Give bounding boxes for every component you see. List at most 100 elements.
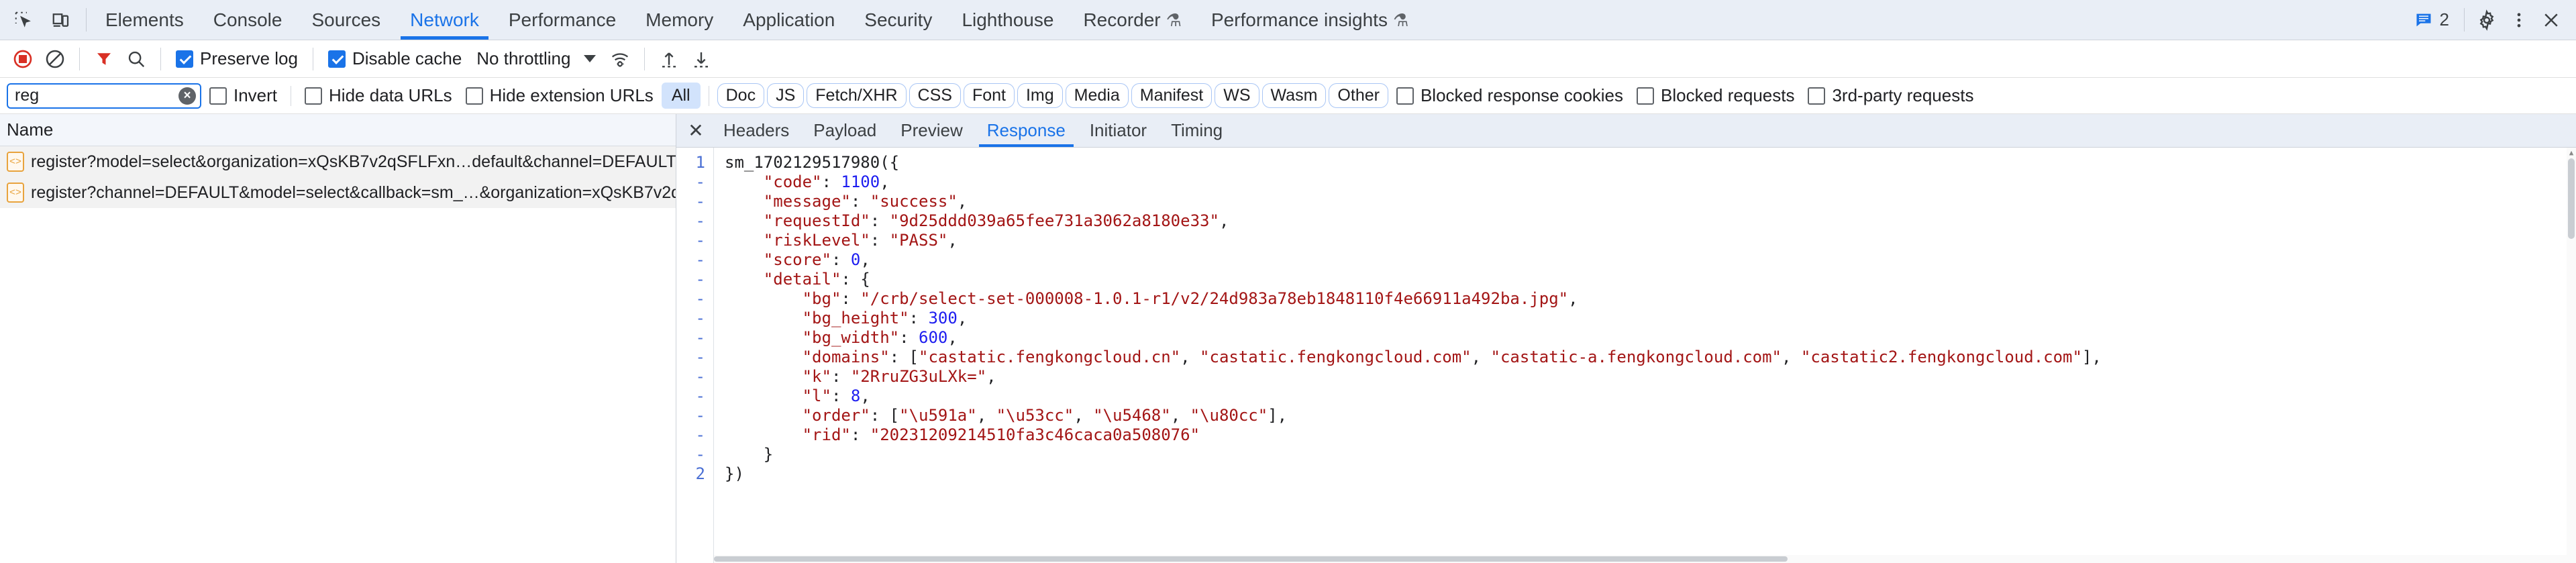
resource-type-chip-media[interactable]: Media — [1065, 83, 1129, 108]
code-token-punct: , — [1568, 289, 1578, 308]
resource-type-chip-img[interactable]: Img — [1017, 83, 1063, 108]
scroll-up-arrow-icon[interactable]: ▲ — [2567, 148, 2576, 157]
invert-checkbox[interactable]: Invert — [204, 85, 282, 106]
resource-type-chip-fetch-xhr[interactable]: Fetch/XHR — [807, 83, 907, 108]
filter-input[interactable] — [7, 83, 201, 109]
tab-label: Performance — [508, 9, 617, 30]
blocked-response-cookies-checkbox-box — [1396, 87, 1414, 105]
clear-filter-icon[interactable]: × — [178, 87, 196, 105]
tab-memory[interactable]: Memory — [631, 0, 728, 40]
code-token-punct: }) — [725, 464, 744, 483]
code-token-punct: : — [909, 309, 929, 327]
tab-sources[interactable]: Sources — [297, 0, 395, 40]
tab-lighthouse[interactable]: Lighthouse — [947, 0, 1068, 40]
close-devtools-icon[interactable] — [2537, 6, 2565, 34]
tab-performance-insights[interactable]: Performance insights ⚗ — [1196, 0, 1423, 40]
export-har-icon[interactable] — [686, 44, 716, 74]
tab-preview[interactable]: Preview — [888, 114, 974, 147]
tab-initiator[interactable]: Initiator — [1078, 114, 1159, 147]
tab-response[interactable]: Response — [975, 114, 1078, 147]
record-stop-icon[interactable] — [8, 44, 38, 74]
clear-network-log-icon[interactable] — [40, 44, 70, 74]
blocked-response-cookies-label: Blocked response cookies — [1420, 85, 1624, 105]
network-controls-toolbar: Preserve log Disable cache No throttling — [0, 40, 2576, 78]
device-toolbar-icon[interactable] — [47, 6, 75, 34]
tab-headers[interactable]: Headers — [711, 114, 801, 147]
search-icon[interactable] — [121, 44, 151, 74]
hide-data-urls-checkbox[interactable]: Hide data URLs — [299, 85, 458, 106]
code-token-punct: , — [880, 172, 890, 191]
blocked-response-cookies-checkbox[interactable]: Blocked response cookies — [1391, 85, 1629, 106]
resource-type-chip-wasm[interactable]: Wasm — [1261, 83, 1327, 108]
code-token-str: "\u53cc" — [996, 406, 1074, 425]
toolbar-divider-2 — [160, 47, 161, 70]
code-token-key: "bg" — [725, 289, 841, 308]
tab-payload[interactable]: Payload — [801, 114, 888, 147]
inspect-element-icon[interactable] — [9, 6, 38, 34]
tab-label: Security — [864, 9, 933, 30]
code-line: "rid": "20231209214510fa3c46caca0a508076… — [725, 425, 2576, 445]
vertical-scrollbar-thumb[interactable] — [2568, 158, 2575, 239]
hide-extension-urls-label: Hide extension URLs — [489, 85, 654, 105]
code-token-num: 300 — [928, 309, 958, 327]
code-token-key: "rid" — [725, 425, 851, 444]
resource-type-chip-doc[interactable]: Doc — [717, 83, 765, 108]
blocked-requests-checkbox[interactable]: Blocked requests — [1631, 85, 1800, 106]
third-party-requests-checkbox[interactable]: 3rd-party requests — [1802, 85, 1979, 106]
settings-gear-icon[interactable] — [2473, 6, 2501, 34]
vertical-scrollbar[interactable]: ▲ — [2567, 148, 2576, 563]
tab-label: Lighthouse — [962, 9, 1054, 30]
more-options-icon[interactable] — [2505, 6, 2533, 34]
preserve-log-checkbox[interactable]: Preserve log — [170, 48, 303, 69]
code-token-punct: , — [947, 231, 958, 250]
tab-label: Memory — [646, 9, 714, 30]
code-token-punct: ], — [1268, 406, 1288, 425]
tab-elements[interactable]: Elements — [91, 0, 199, 40]
tab-network[interactable]: Network — [395, 0, 494, 40]
hide-extension-urls-checkbox[interactable]: Hide extension URLs — [460, 85, 659, 106]
code-token-str: "castatic2.fengkongcloud.com" — [1800, 348, 2082, 366]
table-row[interactable]: <> register?model=select&organization=xQ… — [0, 146, 676, 177]
third-party-requests-checkbox-box — [1808, 87, 1826, 105]
horizontal-scrollbar-thumb[interactable] — [714, 556, 1788, 562]
tab-application[interactable]: Application — [728, 0, 849, 40]
resource-type-chip-manifest[interactable]: Manifest — [1131, 83, 1213, 108]
code-token-punct: , — [1471, 348, 1491, 366]
resource-type-chip-js[interactable]: JS — [767, 83, 805, 108]
table-row[interactable]: <> register?channel=DEFAULT&model=select… — [0, 177, 676, 208]
hide-data-urls-label: Hide data URLs — [329, 85, 452, 105]
experimental-flask-icon: ⚗ — [1392, 9, 1409, 30]
tab-timing[interactable]: Timing — [1159, 114, 1235, 147]
code-line: "message": "success", — [725, 192, 2576, 211]
resource-type-chip-other[interactable]: Other — [1329, 83, 1388, 108]
horizontal-scrollbar[interactable] — [714, 555, 2567, 563]
tab-performance[interactable]: Performance — [494, 0, 631, 40]
resource-type-chip-all[interactable]: All — [661, 83, 701, 109]
filter-funnel-icon[interactable] — [89, 44, 119, 74]
close-detail-pane-icon[interactable]: ✕ — [680, 114, 711, 147]
resource-type-chip-css[interactable]: CSS — [909, 83, 961, 108]
line-number: - — [695, 425, 705, 444]
throttling-select[interactable]: No throttling — [470, 44, 603, 74]
disable-cache-checkbox[interactable]: Disable cache — [323, 48, 467, 69]
tab-security[interactable]: Security — [849, 0, 947, 40]
invert-checkbox-box — [209, 87, 227, 105]
resource-type-chip-font[interactable]: Font — [963, 83, 1015, 108]
code-line: "l": 8, — [725, 387, 2576, 406]
tab-label: Console — [213, 9, 282, 30]
code-token-punct: , — [860, 250, 870, 269]
import-har-icon[interactable] — [654, 44, 684, 74]
code-line: "bg": "/crb/select-set-000008-1.0.1-r1/v… — [725, 289, 2576, 309]
issues-count-label: 2 — [2439, 9, 2449, 30]
network-conditions-wifi-icon[interactable] — [605, 44, 635, 74]
line-number: - — [695, 328, 705, 347]
network-filter-bar: × Invert Hide data URLs Hide extension U… — [0, 78, 2576, 114]
code-line: "bg_width": 600, — [725, 328, 2576, 348]
response-json-code[interactable]: sm_1702129517980({ "code": 1100, "messag… — [714, 148, 2576, 563]
resource-type-chip-ws[interactable]: WS — [1215, 83, 1259, 108]
code-token-str: "\u591a" — [899, 406, 977, 425]
code-token-key: "l" — [725, 387, 831, 405]
issues-counter[interactable]: 2 — [2408, 5, 2456, 35]
tab-recorder[interactable]: Recorder ⚗ — [1068, 0, 1196, 40]
tab-console[interactable]: Console — [199, 0, 297, 40]
